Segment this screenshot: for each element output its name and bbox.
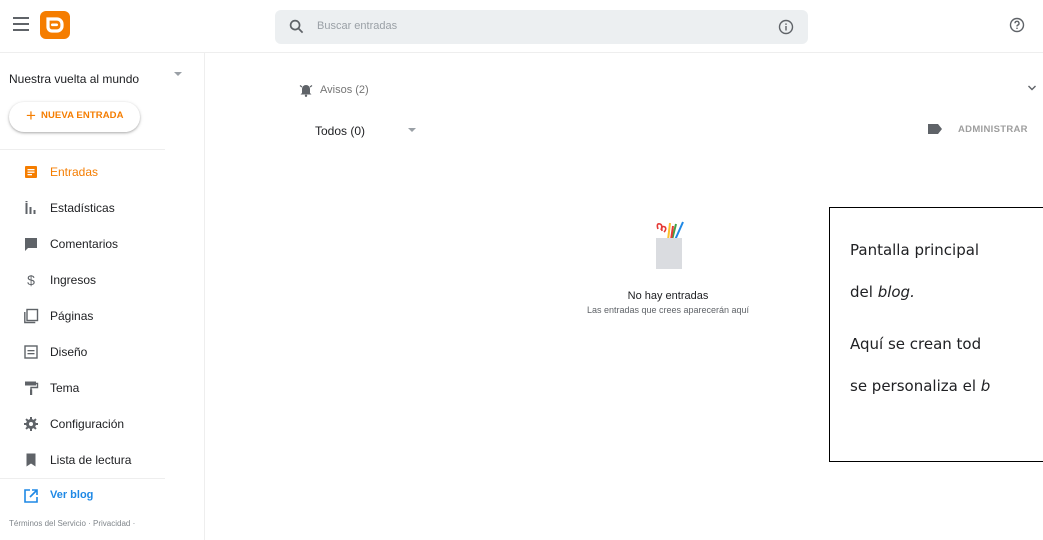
open-in-new-icon — [24, 489, 38, 503]
view-blog-link[interactable]: Ver blog — [0, 481, 165, 511]
divider — [0, 478, 165, 479]
empty-state-subtitle: Las entradas que crees aparecerán aquí — [586, 305, 750, 315]
post-filter-dropdown[interactable]: Todos (0) — [315, 124, 365, 138]
top-bar: Buscar entradas — [0, 0, 1043, 53]
comments-icon — [25, 238, 37, 251]
callout-line: se personaliza el b — [850, 377, 991, 395]
search-input-placeholder[interactable]: Buscar entradas — [317, 20, 397, 32]
sidebar-item-reading-list[interactable]: Lista de lectura — [0, 445, 165, 475]
sidebar-item-theme[interactable]: Tema — [0, 373, 165, 403]
paint-roller-icon — [25, 381, 39, 395]
footer-links[interactable]: Términos del Servicio · Privacidad · — [9, 519, 135, 528]
chevron-down-icon[interactable] — [174, 72, 182, 76]
gear-icon — [24, 417, 38, 431]
sidebar: Nuestra vuelta al mundo + NUEVA ENTRADA … — [0, 52, 205, 540]
label-icon[interactable] — [927, 123, 943, 135]
plus-icon: + — [26, 106, 36, 125]
info-icon[interactable] — [778, 19, 794, 35]
bookmark-icon — [26, 453, 36, 467]
divider — [0, 149, 165, 150]
sidebar-item-settings[interactable]: Configuración — [0, 409, 165, 439]
callout-line: Pantalla principal — [850, 241, 980, 259]
stats-icon — [25, 201, 36, 214]
layout-icon — [24, 345, 38, 359]
callout-line: Aquí se crean tod — [850, 335, 982, 353]
search-bar[interactable]: Buscar entradas — [275, 10, 808, 44]
sidebar-item-comments[interactable]: Comentarios — [0, 229, 165, 259]
menu-icon[interactable] — [13, 17, 29, 31]
sidebar-item-layout[interactable]: Diseño — [0, 337, 165, 367]
dollar-icon: $ — [27, 272, 35, 288]
empty-state-title: No hay entradas — [627, 290, 709, 302]
new-post-button[interactable]: + NUEVA ENTRADA — [9, 102, 140, 132]
posts-icon — [25, 166, 37, 178]
annotation-callout: Pantalla principal del blog. Aquí se cre… — [829, 207, 1043, 462]
sidebar-item-pages[interactable]: Páginas — [0, 301, 165, 331]
manage-labels-button[interactable]: ADMINISTRAR — [958, 124, 1028, 135]
pages-icon — [24, 308, 39, 324]
sidebar-item-posts[interactable]: Entradas — [0, 157, 165, 187]
callout-line: del blog. — [850, 283, 915, 301]
blog-selector[interactable]: Nuestra vuelta al mundo — [9, 72, 139, 86]
blogger-logo[interactable] — [38, 11, 72, 39]
sidebar-item-earnings[interactable]: $ Ingresos — [0, 265, 165, 295]
pencil-cup-illustration — [656, 221, 684, 269]
search-icon — [289, 19, 304, 34]
bell-icon — [299, 85, 313, 97]
help-icon[interactable] — [1009, 17, 1025, 33]
sidebar-item-stats[interactable]: Estadísticas — [0, 193, 165, 223]
chevron-down-icon[interactable] — [1027, 84, 1037, 92]
chevron-down-icon[interactable] — [408, 128, 416, 132]
